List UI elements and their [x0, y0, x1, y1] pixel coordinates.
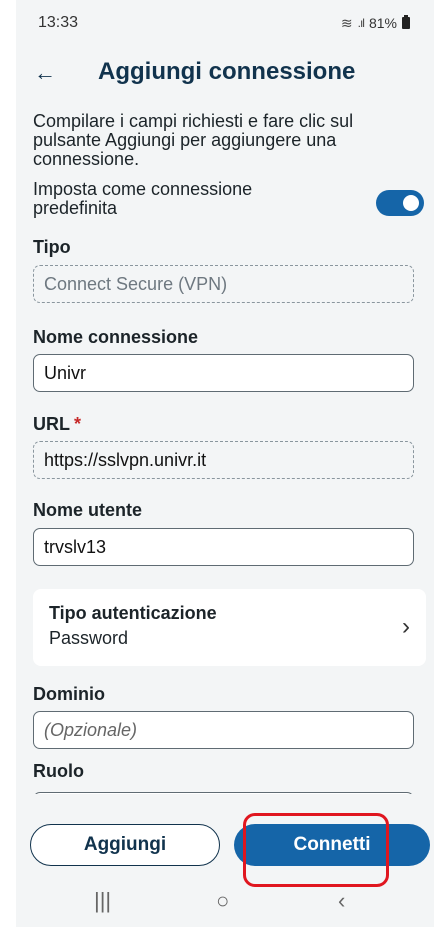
instructions-text: Compilare i campi richiesti e fare clic … — [33, 111, 354, 169]
nome-utente-label: Nome utente — [33, 500, 143, 520]
auth-type-value: Password — [49, 628, 129, 648]
tipo-label: Tipo — [33, 237, 71, 257]
nome-connessione-label: Nome connessione — [33, 327, 199, 347]
back-arrow-icon[interactable]: ← — [34, 60, 56, 86]
form-content[interactable]: Compilare i campi richiesti e fare clic … — [16, 104, 434, 794]
status-time: 13:33 — [38, 14, 79, 31]
dominio-label: Dominio — [33, 684, 105, 704]
url-field[interactable]: https://sslvpn.univr.it — [33, 441, 414, 479]
toggle-knob — [403, 195, 419, 211]
highlight-annotation — [243, 813, 389, 887]
auth-type-row[interactable]: Tipo autenticazione Password › — [33, 589, 426, 666]
recent-apps-icon[interactable]: ||| — [94, 888, 111, 914]
wifi-icon: ≋ — [340, 14, 353, 31]
default-connection-label: Imposta come connessione predefinita — [33, 179, 253, 218]
dominio-field[interactable]: (Opzionale) — [33, 711, 414, 749]
phone-screen: 13:33 ≋ .ıl 81% ← Aggiungi connessione C… — [16, 0, 434, 927]
url-label: URL * — [33, 414, 81, 435]
url-label-text: URL — [33, 414, 70, 434]
status-icons: ≋ .ıl 81% — [341, 15, 410, 32]
auth-type-label: Tipo autenticazione — [49, 603, 217, 623]
page-title: Aggiungi connessione — [98, 58, 356, 85]
signal-icon: .ıl — [357, 16, 365, 30]
chevron-right-icon: › — [402, 613, 410, 640]
tipo-field: Connect Secure (VPN) — [33, 265, 414, 303]
battery-level: 81% — [368, 15, 397, 31]
ruolo-label: Ruolo — [33, 761, 84, 781]
nome-connessione-field[interactable]: Univr — [33, 354, 414, 392]
home-icon[interactable]: ○ — [216, 888, 229, 914]
ruolo-field[interactable] — [33, 792, 414, 794]
app-header: ← Aggiungi connessione — [16, 46, 434, 102]
add-button[interactable]: Aggiungi — [30, 824, 220, 866]
default-connection-toggle[interactable] — [376, 190, 424, 216]
default-connection-row: Imposta come connessione predefinita — [33, 179, 424, 224]
required-marker: * — [74, 414, 82, 434]
back-nav-icon[interactable]: ‹ — [338, 888, 345, 914]
nome-utente-field[interactable]: trvslv13 — [33, 528, 414, 566]
battery-icon — [402, 15, 410, 29]
status-bar: 13:33 ≋ .ıl 81% — [16, 0, 434, 46]
